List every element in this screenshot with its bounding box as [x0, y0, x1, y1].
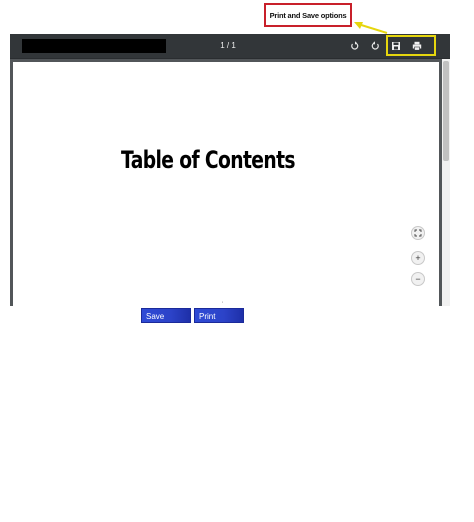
page-indicator: 1 / 1: [220, 41, 236, 50]
zoom-out-icon: −: [415, 273, 421, 284]
scrollbar-thumb[interactable]: [443, 61, 449, 161]
document-heading: Table of Contents: [121, 146, 296, 174]
zoom-out-button[interactable]: −: [411, 272, 425, 286]
document-page: Table of Contents: [13, 62, 439, 306]
bottom-save-button[interactable]: Save: [141, 308, 191, 323]
bottom-print-button[interactable]: Print: [194, 308, 244, 323]
document-title-redacted: [22, 39, 166, 53]
pdf-viewer: 1 / 1 Table of Contents + −: [10, 34, 450, 306]
print-save-highlight: [386, 35, 436, 56]
page-area[interactable]: Table of Contents + −: [10, 59, 450, 306]
vertical-scrollbar[interactable]: [442, 59, 450, 306]
viewer-toolbar: 1 / 1: [10, 34, 450, 59]
annotation-callout: Print and Save options: [264, 3, 352, 27]
rotate-counterclockwise-icon: [351, 41, 359, 50]
zoom-in-button[interactable]: +: [411, 251, 425, 265]
rotate-clockwise-icon: [371, 41, 379, 50]
rotate-counterclockwise-button[interactable]: [347, 38, 363, 54]
zoom-in-icon: +: [415, 252, 421, 263]
fit-page-button[interactable]: [411, 226, 425, 240]
fit-page-icon: [414, 229, 422, 237]
callout-text: Print and Save options: [269, 10, 347, 20]
rotate-clockwise-button[interactable]: [367, 38, 383, 54]
